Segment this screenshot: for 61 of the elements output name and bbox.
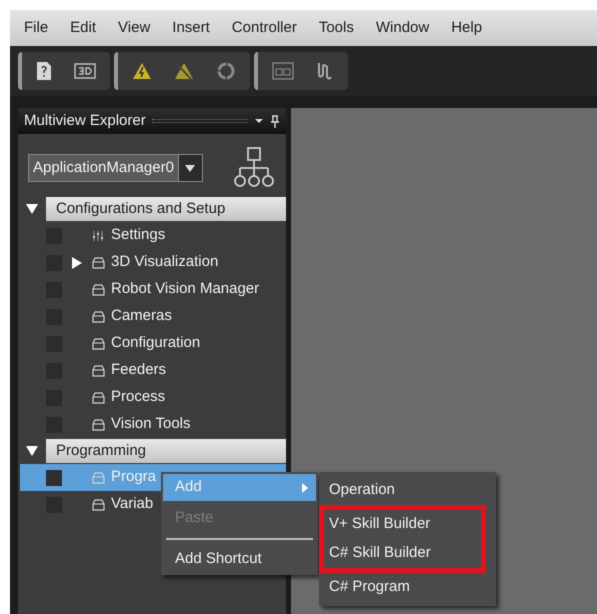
submenu-item[interactable]: C# Skill Builder	[319, 539, 486, 573]
menu-item[interactable]: Controller	[232, 16, 297, 40]
menu-item[interactable]: Insert	[172, 16, 210, 40]
3d-view-icon[interactable]	[74, 63, 96, 79]
menu-item[interactable]: Window	[376, 16, 430, 40]
folder-icon	[92, 364, 105, 376]
tree-item-label: Configuration	[111, 333, 200, 354]
tree-item-label: Cameras	[111, 306, 172, 326]
expanded-triangle-icon[interactable]	[26, 445, 38, 457]
folder-icon	[92, 498, 105, 510]
sliders-icon	[92, 230, 105, 242]
menu-item[interactable]: Tools	[318, 16, 354, 40]
submenu-item[interactable]: V+ Skill Builder	[319, 505, 486, 539]
menu-item[interactable]: Help	[451, 16, 482, 40]
tree-item-label: Feeders	[111, 360, 166, 380]
panel-title: Multiview Explorer	[24, 110, 146, 131]
folder-icon	[92, 284, 105, 296]
context-menu-item[interactable]: Add Shortcut	[163, 546, 316, 573]
warning-icon[interactable]	[132, 62, 152, 80]
tree-item-label: 3D Visualization	[111, 252, 218, 272]
tree-item[interactable]: Configuration	[20, 330, 286, 357]
help-document-icon[interactable]	[36, 61, 52, 81]
tree-section-header[interactable]: Configurations and Setup	[46, 197, 286, 221]
dropdown-arrow-icon[interactable]	[254, 118, 264, 124]
pin-icon[interactable]	[270, 114, 280, 128]
tree-item-label: Vision Tools	[111, 414, 190, 434]
tree-item-label: Variab	[111, 494, 154, 514]
menu-item[interactable]: View	[118, 16, 150, 40]
caret-icon	[185, 164, 196, 172]
menu-item[interactable]: File	[24, 16, 48, 40]
tree-item-label: Settings	[111, 225, 166, 246]
tree-item[interactable]: Vision Tools	[20, 411, 286, 438]
tree-item-label: Process	[111, 387, 166, 408]
display-icon[interactable]	[272, 62, 294, 80]
tree-item[interactable]: Settings	[20, 222, 286, 249]
application-dropdown[interactable]: ApplicationManager0	[28, 154, 203, 182]
warning-off-icon[interactable]	[174, 62, 194, 80]
tree-item-label: Robot Vision Manager	[111, 279, 260, 300]
sync-icon[interactable]	[216, 61, 236, 81]
submenu-arrow-icon	[302, 482, 308, 492]
expand-triangle-icon[interactable]	[71, 256, 83, 268]
expanded-triangle-icon[interactable]	[26, 203, 38, 215]
folder-icon	[92, 472, 105, 484]
tree-item[interactable]: Process	[20, 384, 286, 411]
tree-item[interactable]: 3D Visualization	[20, 249, 286, 276]
menu-item[interactable]: Edit	[70, 16, 96, 40]
cable-icon[interactable]	[316, 61, 334, 81]
submenu-item[interactable]: C# Program	[319, 573, 496, 602]
tree-item[interactable]: Feeders	[20, 357, 286, 384]
folder-icon	[92, 392, 105, 404]
tree-item-label: Progra	[111, 467, 156, 488]
hierarchy-icon[interactable]	[232, 146, 276, 190]
checkbox-square	[46, 470, 62, 486]
folder-icon	[92, 310, 105, 322]
tree-item[interactable]: Robot Vision Manager	[20, 276, 286, 303]
tree-section-header[interactable]: Programming	[46, 439, 286, 463]
folder-icon	[92, 256, 105, 268]
submenu-item[interactable]: Operation	[319, 476, 496, 505]
folder-icon	[92, 338, 105, 350]
tree-item[interactable]: Cameras	[20, 303, 286, 330]
folder-icon	[92, 418, 105, 430]
